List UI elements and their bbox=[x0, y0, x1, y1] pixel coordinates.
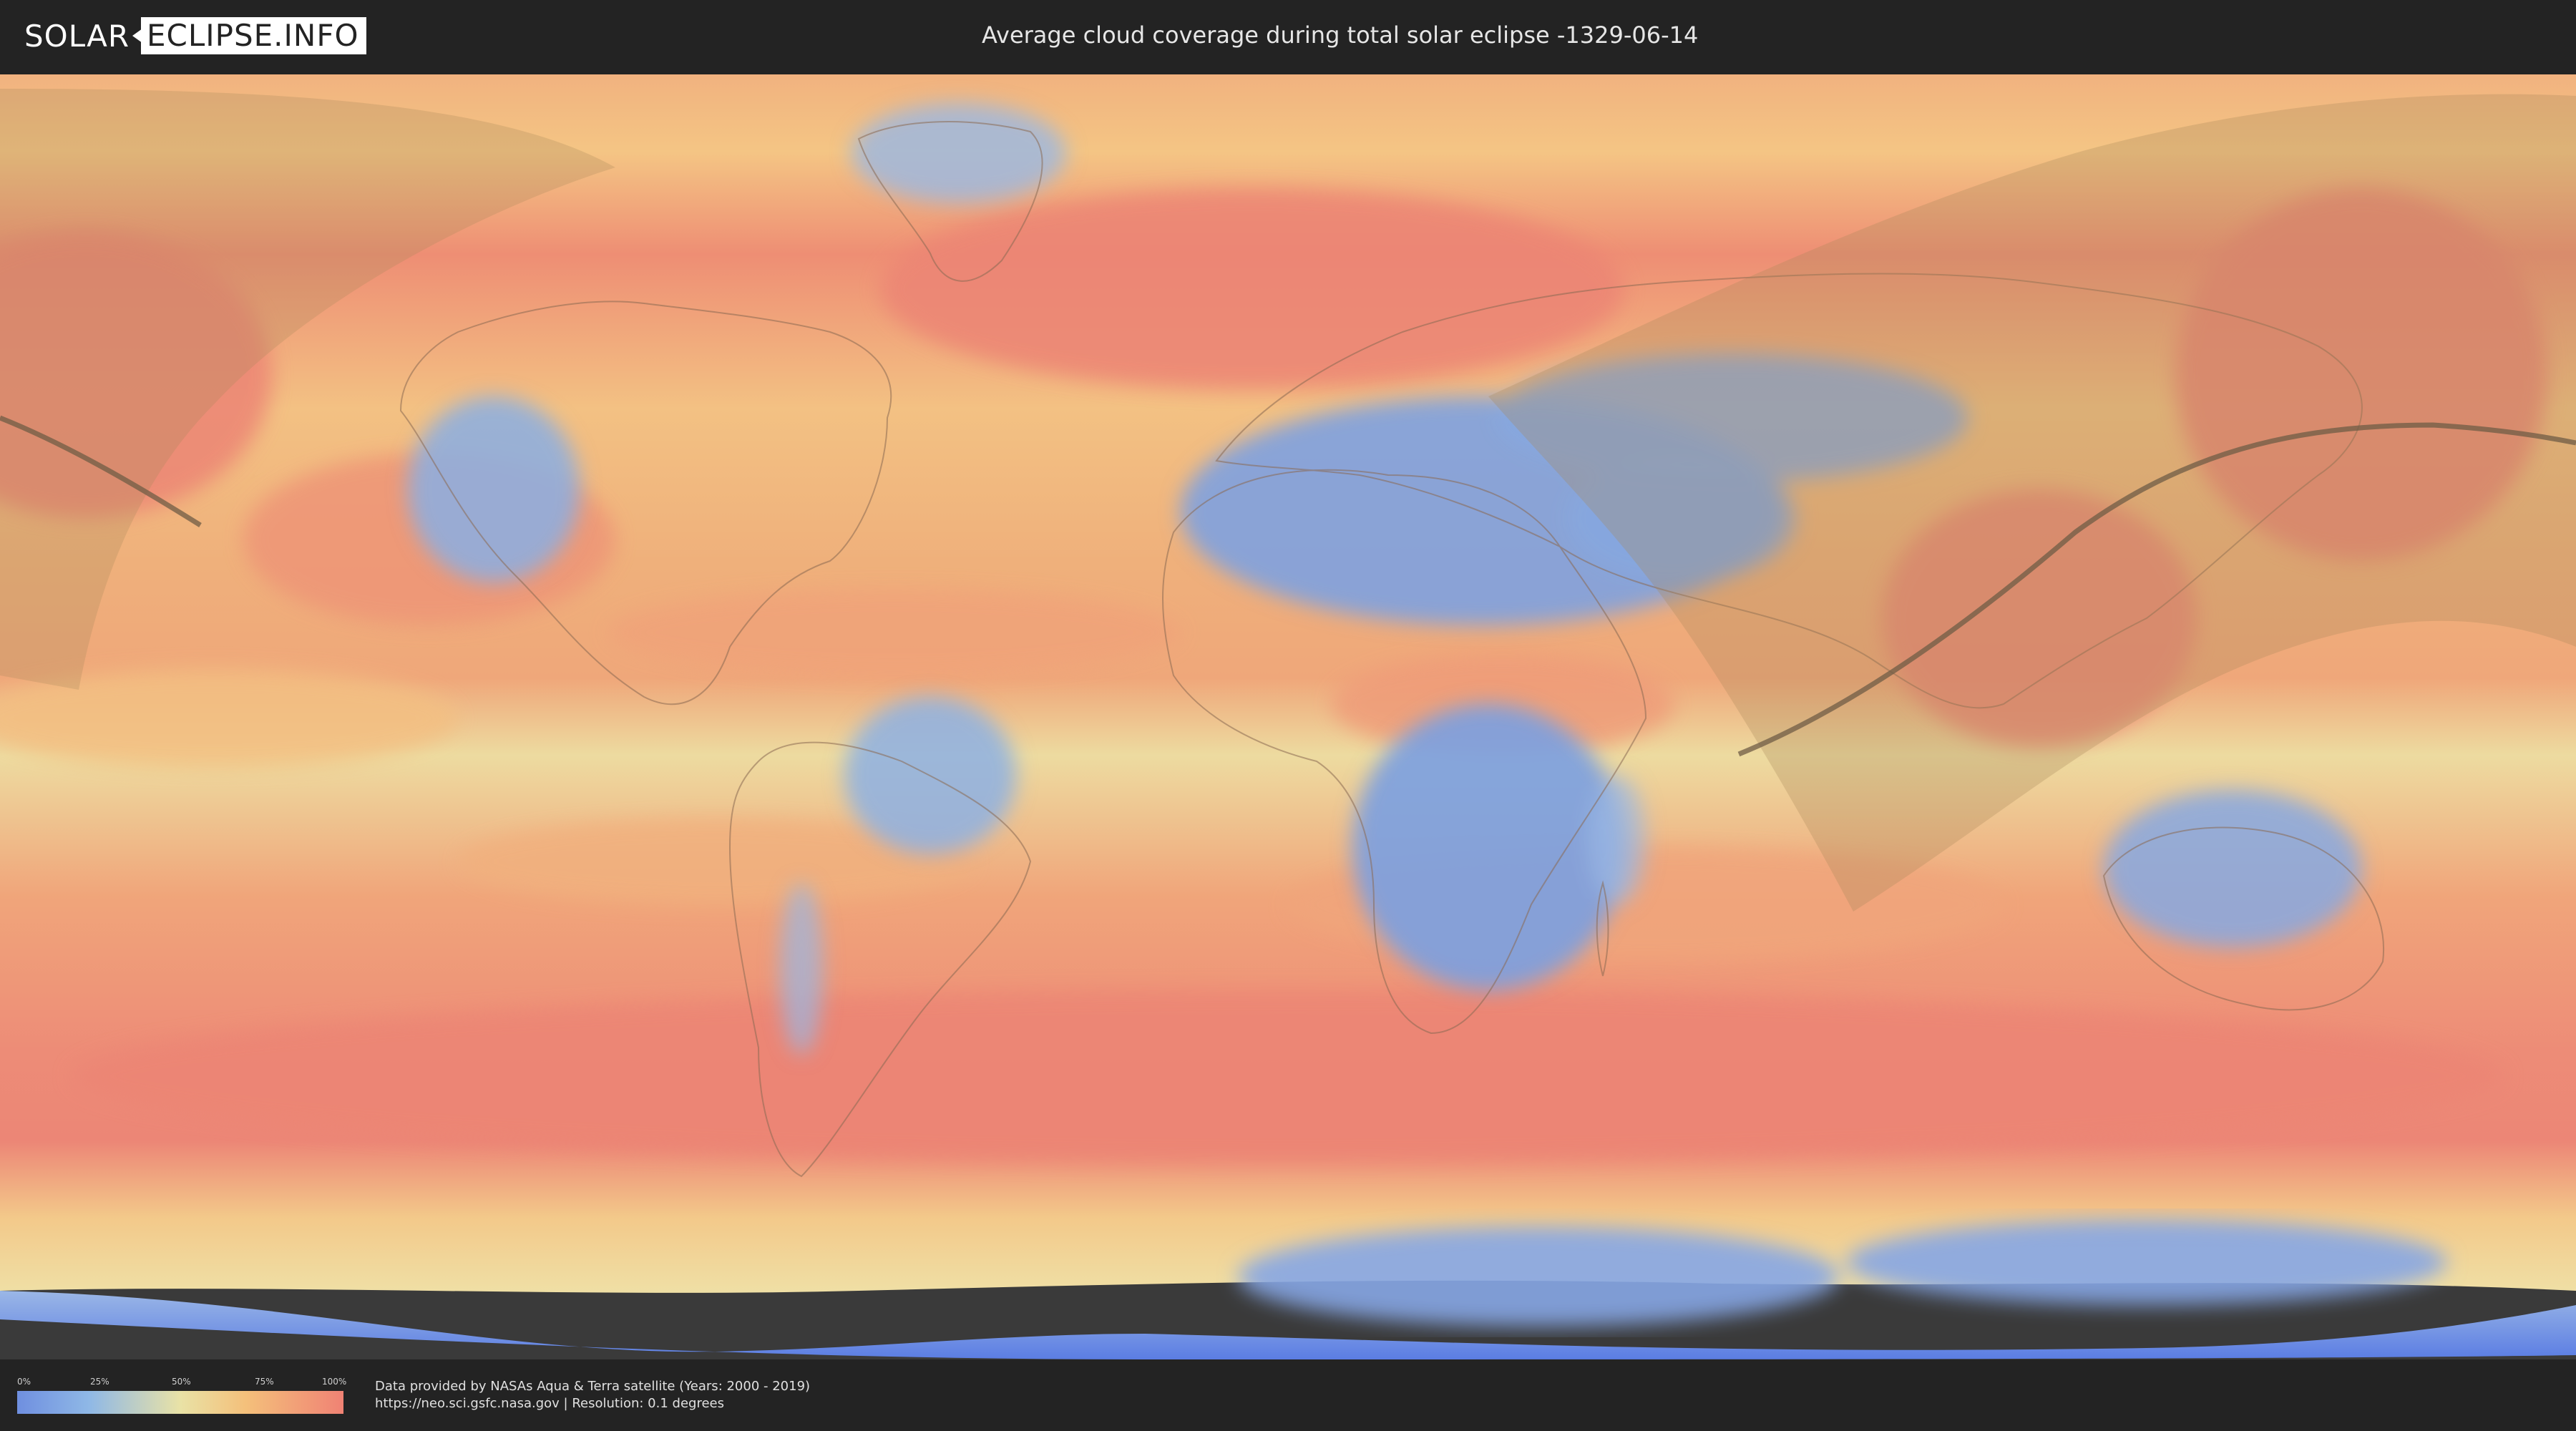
legend-color-bar bbox=[17, 1391, 343, 1414]
credit-line-source: Data provided by NASAs Aqua & Terra sate… bbox=[375, 1379, 811, 1394]
cloud-coverage-legend: 0% 25% 50% 75% 100% bbox=[17, 1377, 347, 1417]
logo-text-solar: SOLAR bbox=[24, 18, 130, 54]
header-bar: SOLAR ECLIPSE.INFO Average cloud coverag… bbox=[0, 0, 2576, 72]
legend-tick-100: 100% bbox=[322, 1377, 347, 1387]
legend-tick-75: 75% bbox=[255, 1377, 274, 1387]
credit-line-link[interactable]: https://neo.sci.gsfc.nasa.gov | Resoluti… bbox=[375, 1395, 810, 1412]
footer-bar: 0% 25% 50% 75% 100% Data provided by NAS… bbox=[0, 1359, 2576, 1431]
page: SOLAR ECLIPSE.INFO Average cloud coverag… bbox=[0, 0, 2576, 1431]
data-credits: Data provided by NASAs Aqua & Terra sate… bbox=[375, 1378, 810, 1412]
logo-text-eclipse: ECLIPSE.INFO bbox=[141, 17, 366, 54]
legend-tick-50: 50% bbox=[172, 1377, 191, 1387]
legend-tick-25: 25% bbox=[90, 1377, 109, 1387]
page-title: Average cloud coverage during total sola… bbox=[982, 21, 1699, 49]
cloud-coverage-map[interactable] bbox=[0, 74, 2576, 1359]
world-map bbox=[0, 74, 2576, 1359]
site-logo[interactable]: SOLAR ECLIPSE.INFO bbox=[24, 17, 366, 54]
legend-tick-0: 0% bbox=[17, 1377, 31, 1387]
